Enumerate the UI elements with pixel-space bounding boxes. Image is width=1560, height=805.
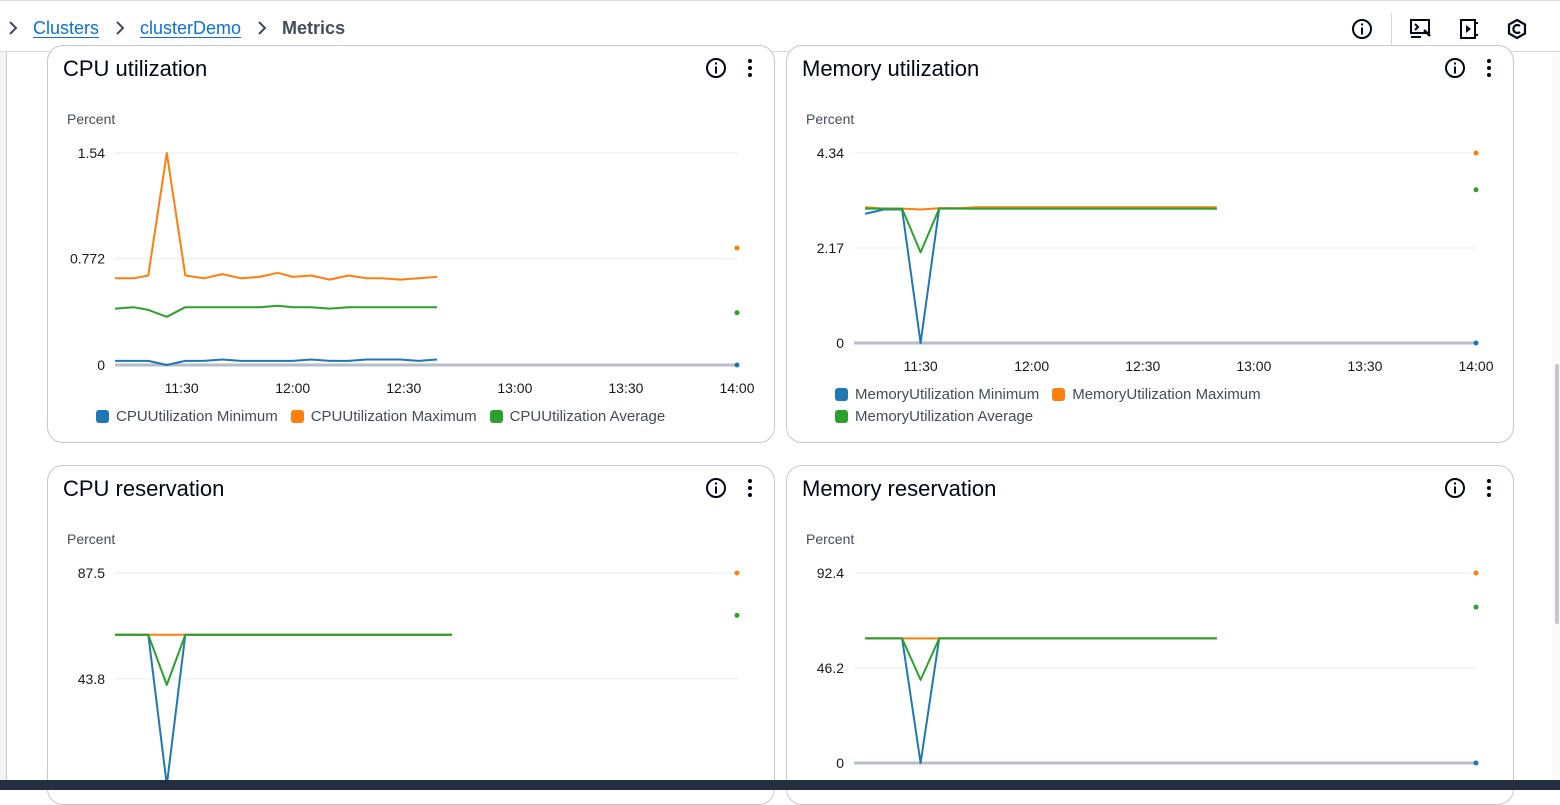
breadcrumb: Clusters clusterDemo Metrics [6,15,345,41]
x-tick-label: 13:00 [497,380,532,396]
x-tick-label: 11:30 [904,358,938,374]
y-tick-label: 92.4 [817,565,844,581]
series-line-memoryutilization-minimum [864,207,1217,344]
scrollbar-thumb[interactable] [1555,364,1559,624]
cpu-utilization-chart: 1.54 0.772 0 11:30 12:00 12:30 13:00 13:30 14:00 [70,145,755,396]
info-button[interactable] [1349,16,1375,42]
y-tick-label: 46.2 [817,660,844,676]
legend-swatch [489,409,503,423]
cpu-reservation-chart: 87.543.80 [78,565,740,793]
legend-label: MemoryUtilization Average [855,407,1034,425]
x-tick-label: 13:30 [1347,358,1382,374]
legend-swatch [1052,387,1066,401]
y-tick-label: 0 [836,335,844,351]
memory-reservation-chart: 92.4 46.2 0 [817,565,1479,771]
y-tick-label: 0 [836,755,844,771]
series-line-cpuutilization-average [114,304,438,318]
series-end-point [1473,340,1479,346]
series-line-minimum [865,637,1217,764]
x-tick-label: 13:00 [1236,358,1271,374]
legend-item-average[interactable]: CPUUtilization Average [489,405,666,427]
series-line-average [115,633,452,686]
chevron-right-icon [9,21,18,35]
legend-swatch [835,409,848,423]
notifications-button[interactable] [1456,16,1482,42]
x-tick-label: 11:30 [165,380,199,396]
series-line-minimum [115,633,452,786]
y-tick-label: 43.8 [78,671,105,687]
series-end-point [734,570,740,576]
chevron-right-icon [116,21,125,35]
series-end-point [734,245,740,251]
settings-button[interactable] [1504,16,1530,42]
y-tick-label: 4.34 [817,145,844,161]
memory-utilization-panel: Memory utilization Percent 4.34 2.17 0 11:3… [786,45,1514,443]
x-tick-label: 14:00 [719,380,754,396]
legend-item-maximum[interactable]: CPUUtilization Maximum [290,405,477,427]
breadcrumb-cluster-demo-link[interactable]: clusterDemo [140,18,241,39]
legend-label: CPUUtilization Maximum [310,407,477,425]
x-tick-label: 12:00 [1014,358,1049,374]
x-tick-label: 14:00 [1458,358,1493,374]
legend-item-minimum[interactable]: MemoryUtilization Minimum [835,383,1039,405]
header-tools [1327,13,1530,45]
legend-item-average[interactable]: MemoryUtilization Average [835,405,1033,427]
memory-reservation-panel: Memory reservation Percent 92.4 46.2 0 [786,465,1514,805]
y-tick-label: 87.5 [78,565,105,581]
breadcrumb-current-metrics: Metrics [282,17,346,38]
x-tick-label: 12:30 [1125,358,1160,374]
breadcrumb-clusters-link[interactable]: Clusters [33,18,99,39]
series-end-point [734,362,740,368]
header-divider [1391,13,1392,45]
left-panel-edge [0,52,7,780]
y-tick-label: 1.54 [78,145,105,161]
x-tick-label: 12:00 [275,380,310,396]
series-line-cpuutilization-maximum [115,152,438,281]
chart-legend: CPUUtilization Minimum CPUUtilization Ma… [96,405,736,427]
legend-label: CPUUtilization Average [509,407,666,425]
legend-item-minimum[interactable]: CPUUtilization Minimum [96,405,278,427]
legend-label: CPUUtilization Minimum [116,407,278,425]
chart-legend: MemoryUtilization Minimum MemoryUtilizat… [835,383,1355,427]
legend-label: MemoryUtilization Maximum [1072,385,1261,403]
settings-icon [1507,18,1527,40]
series-end-point [1473,187,1479,193]
series-end-point [1473,570,1479,576]
x-tick-label: 13:30 [608,380,643,396]
y-tick-label: 0.772 [70,251,105,267]
cloudshell-icon [1410,19,1431,38]
series-end-point [734,310,740,316]
chevron-right-icon [258,21,267,35]
scrollbar[interactable] [1552,52,1560,780]
legend-item-maximum[interactable]: MemoryUtilization Maximum [1052,383,1261,405]
series-end-point [1473,604,1479,610]
legend-swatch [290,409,304,423]
x-tick-label: 12:30 [386,380,421,396]
series-line-memoryutilization-average [865,207,1217,254]
legend-swatch [96,409,109,423]
series-end-point [1473,150,1479,156]
bottom-bar [0,780,1560,790]
cpu-utilization-panel: CPU utilization Percent 1.54 0.772 0 11:30 1… [47,45,775,443]
y-tick-label: 0 [97,357,105,373]
info-icon [1352,19,1372,39]
series-end-point [1473,760,1479,766]
notifications-icon [1460,19,1478,39]
series-end-point [734,612,740,618]
cpu-reservation-panel: CPU reservation Percent 87.543.80 [47,465,775,805]
legend-label: MemoryUtilization Minimum [855,385,1040,403]
y-tick-label: 2.17 [817,240,844,256]
cloudshell-button[interactable] [1408,16,1434,42]
legend-swatch [835,387,848,401]
series-line-average [865,637,1217,681]
